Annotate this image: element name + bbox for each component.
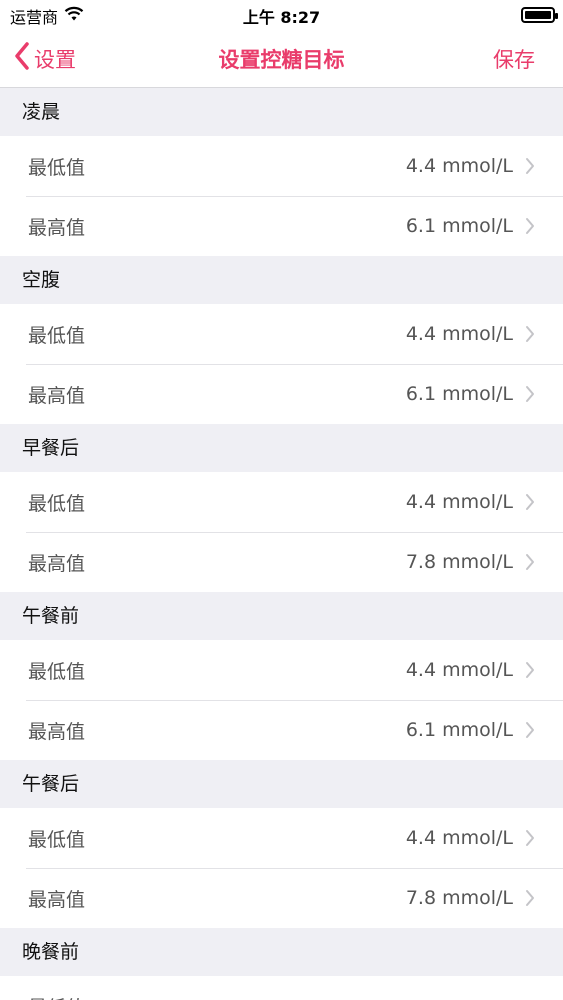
list-item[interactable]: 最低值 4.4 mmol/L <box>0 472 563 532</box>
list-item[interactable]: 最高值 7.8 mmol/L <box>0 532 563 592</box>
section-rows: 最低值 4.4 mmol/L 最高值 6.1 mmol/L <box>0 304 563 424</box>
row-value: 6.1 mmol/L <box>405 719 513 741</box>
navigation-bar: 设置 设置控糖目标 保存 <box>0 30 563 88</box>
section-rows: 最低值 4.4 mmol/L 最高值 6.1 mmol/L <box>0 136 563 256</box>
section-header: 午餐前 <box>0 592 563 640</box>
section-header: 早餐后 <box>0 424 563 472</box>
chevron-right-icon <box>525 325 539 343</box>
row-value: 4.4 mmol/L <box>405 827 513 849</box>
chevron-right-icon <box>525 157 539 175</box>
chevron-right-icon <box>525 217 539 235</box>
section-header: 晚餐前 <box>0 928 563 976</box>
status-time: 上午 8:27 <box>242 8 321 27</box>
chevron-right-icon <box>525 493 539 511</box>
row-label: 最低值 <box>28 324 86 347</box>
row-label: 最高值 <box>28 552 86 575</box>
list-item[interactable]: 最低值 4.4 mmol/L <box>0 808 563 868</box>
chevron-right-icon <box>525 721 539 739</box>
row-value: 4.4 mmol/L <box>405 323 513 345</box>
row-label: 最低值 <box>28 828 86 851</box>
section-header: 空腹 <box>0 256 563 304</box>
chevron-right-icon <box>525 385 539 403</box>
row-label: 最低值 <box>28 492 86 515</box>
chevron-right-icon <box>525 553 539 571</box>
list-item[interactable]: 最低值 <box>0 976 563 1000</box>
section-rows: 最低值 4.4 mmol/L 最高值 7.8 mmol/L <box>0 808 563 928</box>
row-value: 7.8 mmol/L <box>405 887 513 909</box>
list-item[interactable]: 最高值 7.8 mmol/L <box>0 868 563 928</box>
row-value: 4.4 mmol/L <box>405 155 513 177</box>
row-label: 最高值 <box>28 888 86 911</box>
row-label: 最低值 <box>28 993 539 1000</box>
section-rows: 最低值 4.4 mmol/L 最高值 7.8 mmol/L <box>0 472 563 592</box>
row-value: 4.4 mmol/L <box>405 659 513 681</box>
list-item[interactable]: 最低值 4.4 mmol/L <box>0 304 563 364</box>
chevron-right-icon <box>525 661 539 679</box>
list-item[interactable]: 最低值 4.4 mmol/L <box>0 136 563 196</box>
section-rows: 最低值 4.4 mmol/L 最高值 6.1 mmol/L <box>0 640 563 760</box>
status-bar: 运营商 上午 8:27 <box>0 0 563 30</box>
row-value: 6.1 mmol/L <box>405 383 513 405</box>
list-item[interactable]: 最高值 6.1 mmol/L <box>0 196 563 256</box>
row-label: 最高值 <box>28 216 86 239</box>
row-value: 6.1 mmol/L <box>405 215 513 237</box>
battery-icon <box>521 7 558 23</box>
row-value: 4.4 mmol/L <box>405 491 513 513</box>
page-title: 设置控糖目标 <box>218 48 345 72</box>
section-header: 午餐后 <box>0 760 563 808</box>
row-label: 最高值 <box>28 720 86 743</box>
chevron-right-icon <box>525 829 539 847</box>
list-item[interactable]: 最低值 4.4 mmol/L <box>0 640 563 700</box>
section-rows: 最低值 <box>0 976 563 1000</box>
chevron-right-icon <box>525 889 539 907</box>
save-button[interactable]: 保存 <box>493 44 535 74</box>
settings-list: 凌晨 最低值 4.4 mmol/L 最高值 6.1 mmol/L 空腹 最低值 4.4 mmo… <box>0 88 563 1000</box>
row-label: 最低值 <box>28 660 86 683</box>
list-item[interactable]: 最高值 6.1 mmol/L <box>0 364 563 424</box>
list-item[interactable]: 最高值 6.1 mmol/L <box>0 700 563 760</box>
section-header: 凌晨 <box>0 88 563 136</box>
row-label: 最高值 <box>28 384 86 407</box>
row-value: 7.8 mmol/L <box>405 551 513 573</box>
row-label: 最低值 <box>28 156 86 179</box>
